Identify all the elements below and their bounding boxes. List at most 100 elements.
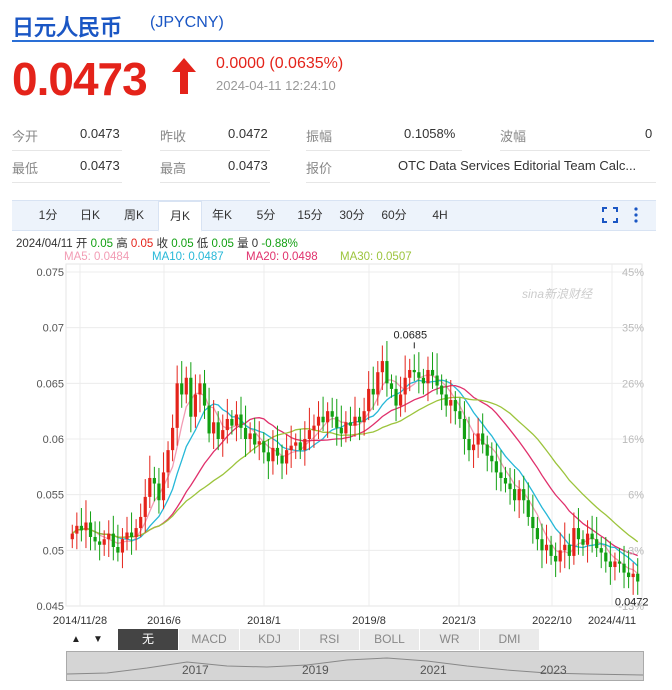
candle-body [471,444,476,451]
stat-vol-value: 0 [645,126,653,141]
candle-body [129,532,134,537]
candle-body [585,533,590,545]
candle-body [294,442,298,446]
candle-body [599,548,603,553]
tab-period[interactable]: 年K [204,201,240,230]
fullscreen-icon[interactable] [602,207,618,223]
candle-body [567,544,571,556]
nav-year-label: 2021 [420,663,447,677]
nav-year-label: 2023 [540,663,567,677]
divider [306,150,462,151]
candle-body [490,455,494,462]
indicator-tab-active[interactable]: 无 [118,629,179,650]
candle-body [595,539,599,549]
candle-body [107,533,111,540]
y-tick-label: 0.06 [43,434,64,446]
indicator-tab[interactable]: DMI [480,629,540,650]
tab-period-active[interactable]: 月K [158,201,202,232]
candle-body [430,369,435,376]
candle-body [189,377,193,417]
nav-year-label: 2017 [182,663,209,677]
candle-body [316,416,321,426]
candle-body [353,416,357,426]
tab-period[interactable]: 30分 [334,201,370,230]
candle-body [239,414,243,428]
stat-high-value: 0.0473 [228,158,268,173]
candle-body [389,383,394,389]
bar-low: 0.05 [211,238,234,250]
divider [12,150,122,151]
indicator-tab[interactable]: RSI [300,629,360,650]
y-tick-label: 0.075 [36,267,64,279]
pct-tick-label: 45% [622,267,644,279]
indicator-tab[interactable]: WR [420,629,480,650]
x-tick-label: 2016/6 [147,615,181,627]
current-price: 0.0473 [12,53,148,105]
candle-body [604,552,608,562]
candle-body [175,383,179,428]
stat-open-value: 0.0473 [80,126,120,141]
candle-body [303,439,307,451]
stat-vol-label: 波幅 [500,129,527,144]
divider [160,150,270,151]
up-arrow-icon [172,58,196,94]
y-tick-label: 0.045 [36,601,64,613]
scroll-down-button[interactable]: ▼ [88,629,108,650]
candlestick-chart[interactable]: 0.075 45% 0.07 35% 0.065 26% 0.06 16% 0.055 6% 0.0… [0,262,672,628]
candle-body [462,418,467,439]
more-icon[interactable] [632,207,640,223]
candle-body [444,394,448,406]
bar-info: 2024/04/11 开 0.05 高 0.05 收 0.05 低 0.05 量… [16,235,298,251]
candle-body [581,539,585,545]
candle-body [440,385,444,395]
candle-body [535,528,539,540]
candle-body [513,489,517,501]
tab-period[interactable]: 15分 [292,201,328,230]
candle-body [403,377,407,395]
candle-body [321,416,325,423]
candle-body [207,405,211,434]
candle-body [275,447,280,456]
indicator-tab[interactable]: MACD [179,629,240,650]
candle-body [330,411,334,417]
candle-body [166,450,170,473]
bar-open-label: 开 [75,238,88,250]
candle-body [426,369,430,384]
x-tick-label: 2019/8 [352,615,386,627]
tab-period[interactable]: 周K [116,201,152,230]
candle-body [148,477,152,497]
tab-period[interactable]: 60分 [376,201,412,230]
candle-body [193,394,197,417]
candle-body [248,433,252,439]
candle-body [421,377,425,384]
tab-period[interactable]: 1分 [30,201,66,230]
candle-body [508,483,512,490]
bar-close: 0.05 [171,238,194,250]
candle-body [549,544,553,556]
candle-body [116,546,120,553]
candle-body [503,477,508,484]
divider [12,182,122,183]
tab-period[interactable]: 日K [72,201,108,230]
candle-body [613,561,617,568]
x-tick-label: 2022/10 [532,615,572,627]
scroll-up-button[interactable]: ▲ [66,629,86,650]
candle-body [111,533,115,547]
indicator-tab[interactable]: KDJ [240,629,300,650]
candle-body [385,361,389,384]
candle-body [481,433,485,445]
header: 日元人民币 (JPYCNY) [12,8,654,42]
tab-period[interactable]: 5分 [248,201,284,230]
candle-body [417,372,421,378]
tab-period[interactable]: 4H [422,201,458,230]
pct-tick-label: 35% [622,323,644,335]
candle-body [499,472,503,478]
candle-body [412,369,416,373]
candle-body [216,422,220,439]
indicator-tab[interactable]: BOLL [360,629,420,650]
candle-body [98,541,102,545]
stat-src-label: 报价 [306,161,333,176]
candle-body [590,533,594,540]
candle-body [344,422,348,434]
bar-pct: -0.88% [261,238,298,250]
